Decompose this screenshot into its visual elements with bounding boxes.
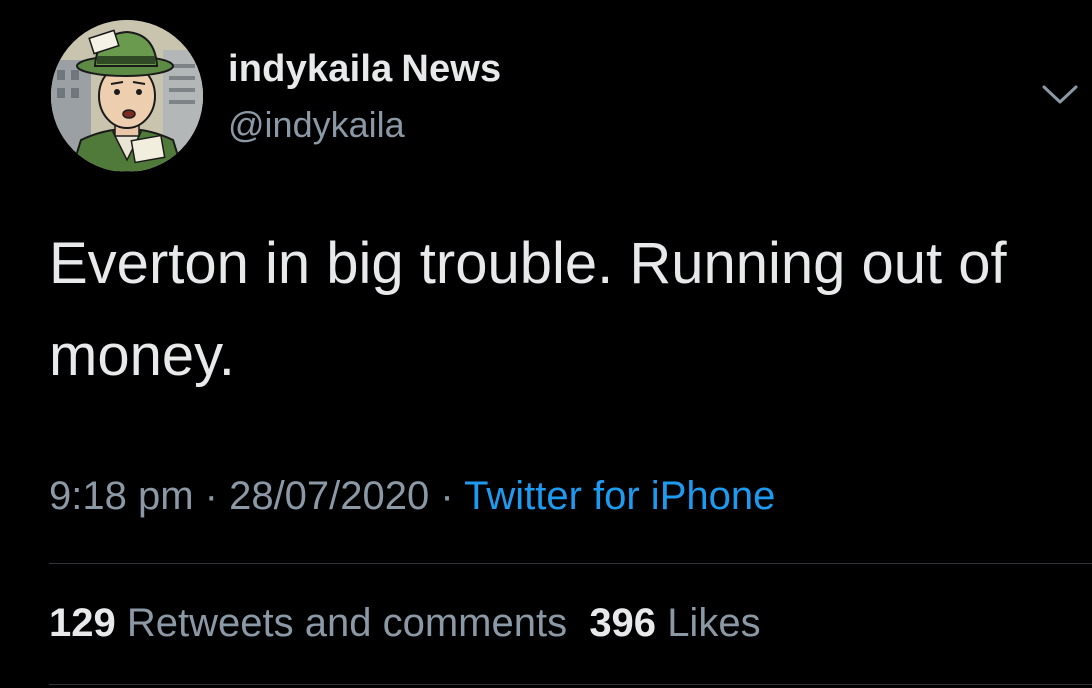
user-handle[interactable]: @indykaila bbox=[228, 104, 405, 146]
meta-separator: · bbox=[429, 474, 465, 518]
avatar[interactable] bbox=[51, 20, 203, 172]
meta-separator: · bbox=[193, 474, 230, 518]
tweet-time[interactable]: 9:18 pm bbox=[49, 474, 194, 518]
divider bbox=[49, 684, 1092, 685]
display-name-label: News bbox=[401, 48, 502, 90]
retweets-count: 129 bbox=[49, 601, 116, 645]
likes-label: Likes bbox=[667, 601, 761, 645]
tweet-source-link[interactable]: Twitter for iPhone bbox=[464, 474, 775, 518]
likes-count: 396 bbox=[589, 601, 657, 645]
tweet-menu-button[interactable] bbox=[1040, 82, 1080, 108]
author-name-row[interactable]: indykaila News bbox=[228, 48, 501, 94]
tweet-detail: indykaila News @indykaila Everton in big… bbox=[0, 0, 1092, 688]
tweet-text: Everton in big trouble. Running out of m… bbox=[49, 231, 1007, 388]
tweet-meta: 9:18 pm · 28/07/2020 · Twitter for iPhon… bbox=[49, 474, 775, 519]
retweets-stat[interactable]: 129 Retweets and comments bbox=[49, 601, 567, 645]
retweets-label: Retweets and comments bbox=[126, 601, 568, 645]
engagement-stats: 129 Retweets and comments 396 Likes bbox=[49, 601, 761, 646]
divider bbox=[49, 563, 1092, 564]
cartoon-reporter-avatar-icon bbox=[51, 20, 203, 172]
display-name[interactable]: indykaila bbox=[228, 48, 392, 90]
chevron-down-icon bbox=[1042, 85, 1078, 104]
likes-stat[interactable]: 396 Likes bbox=[589, 601, 760, 645]
tweet-date[interactable]: 28/07/2020 bbox=[229, 474, 429, 518]
